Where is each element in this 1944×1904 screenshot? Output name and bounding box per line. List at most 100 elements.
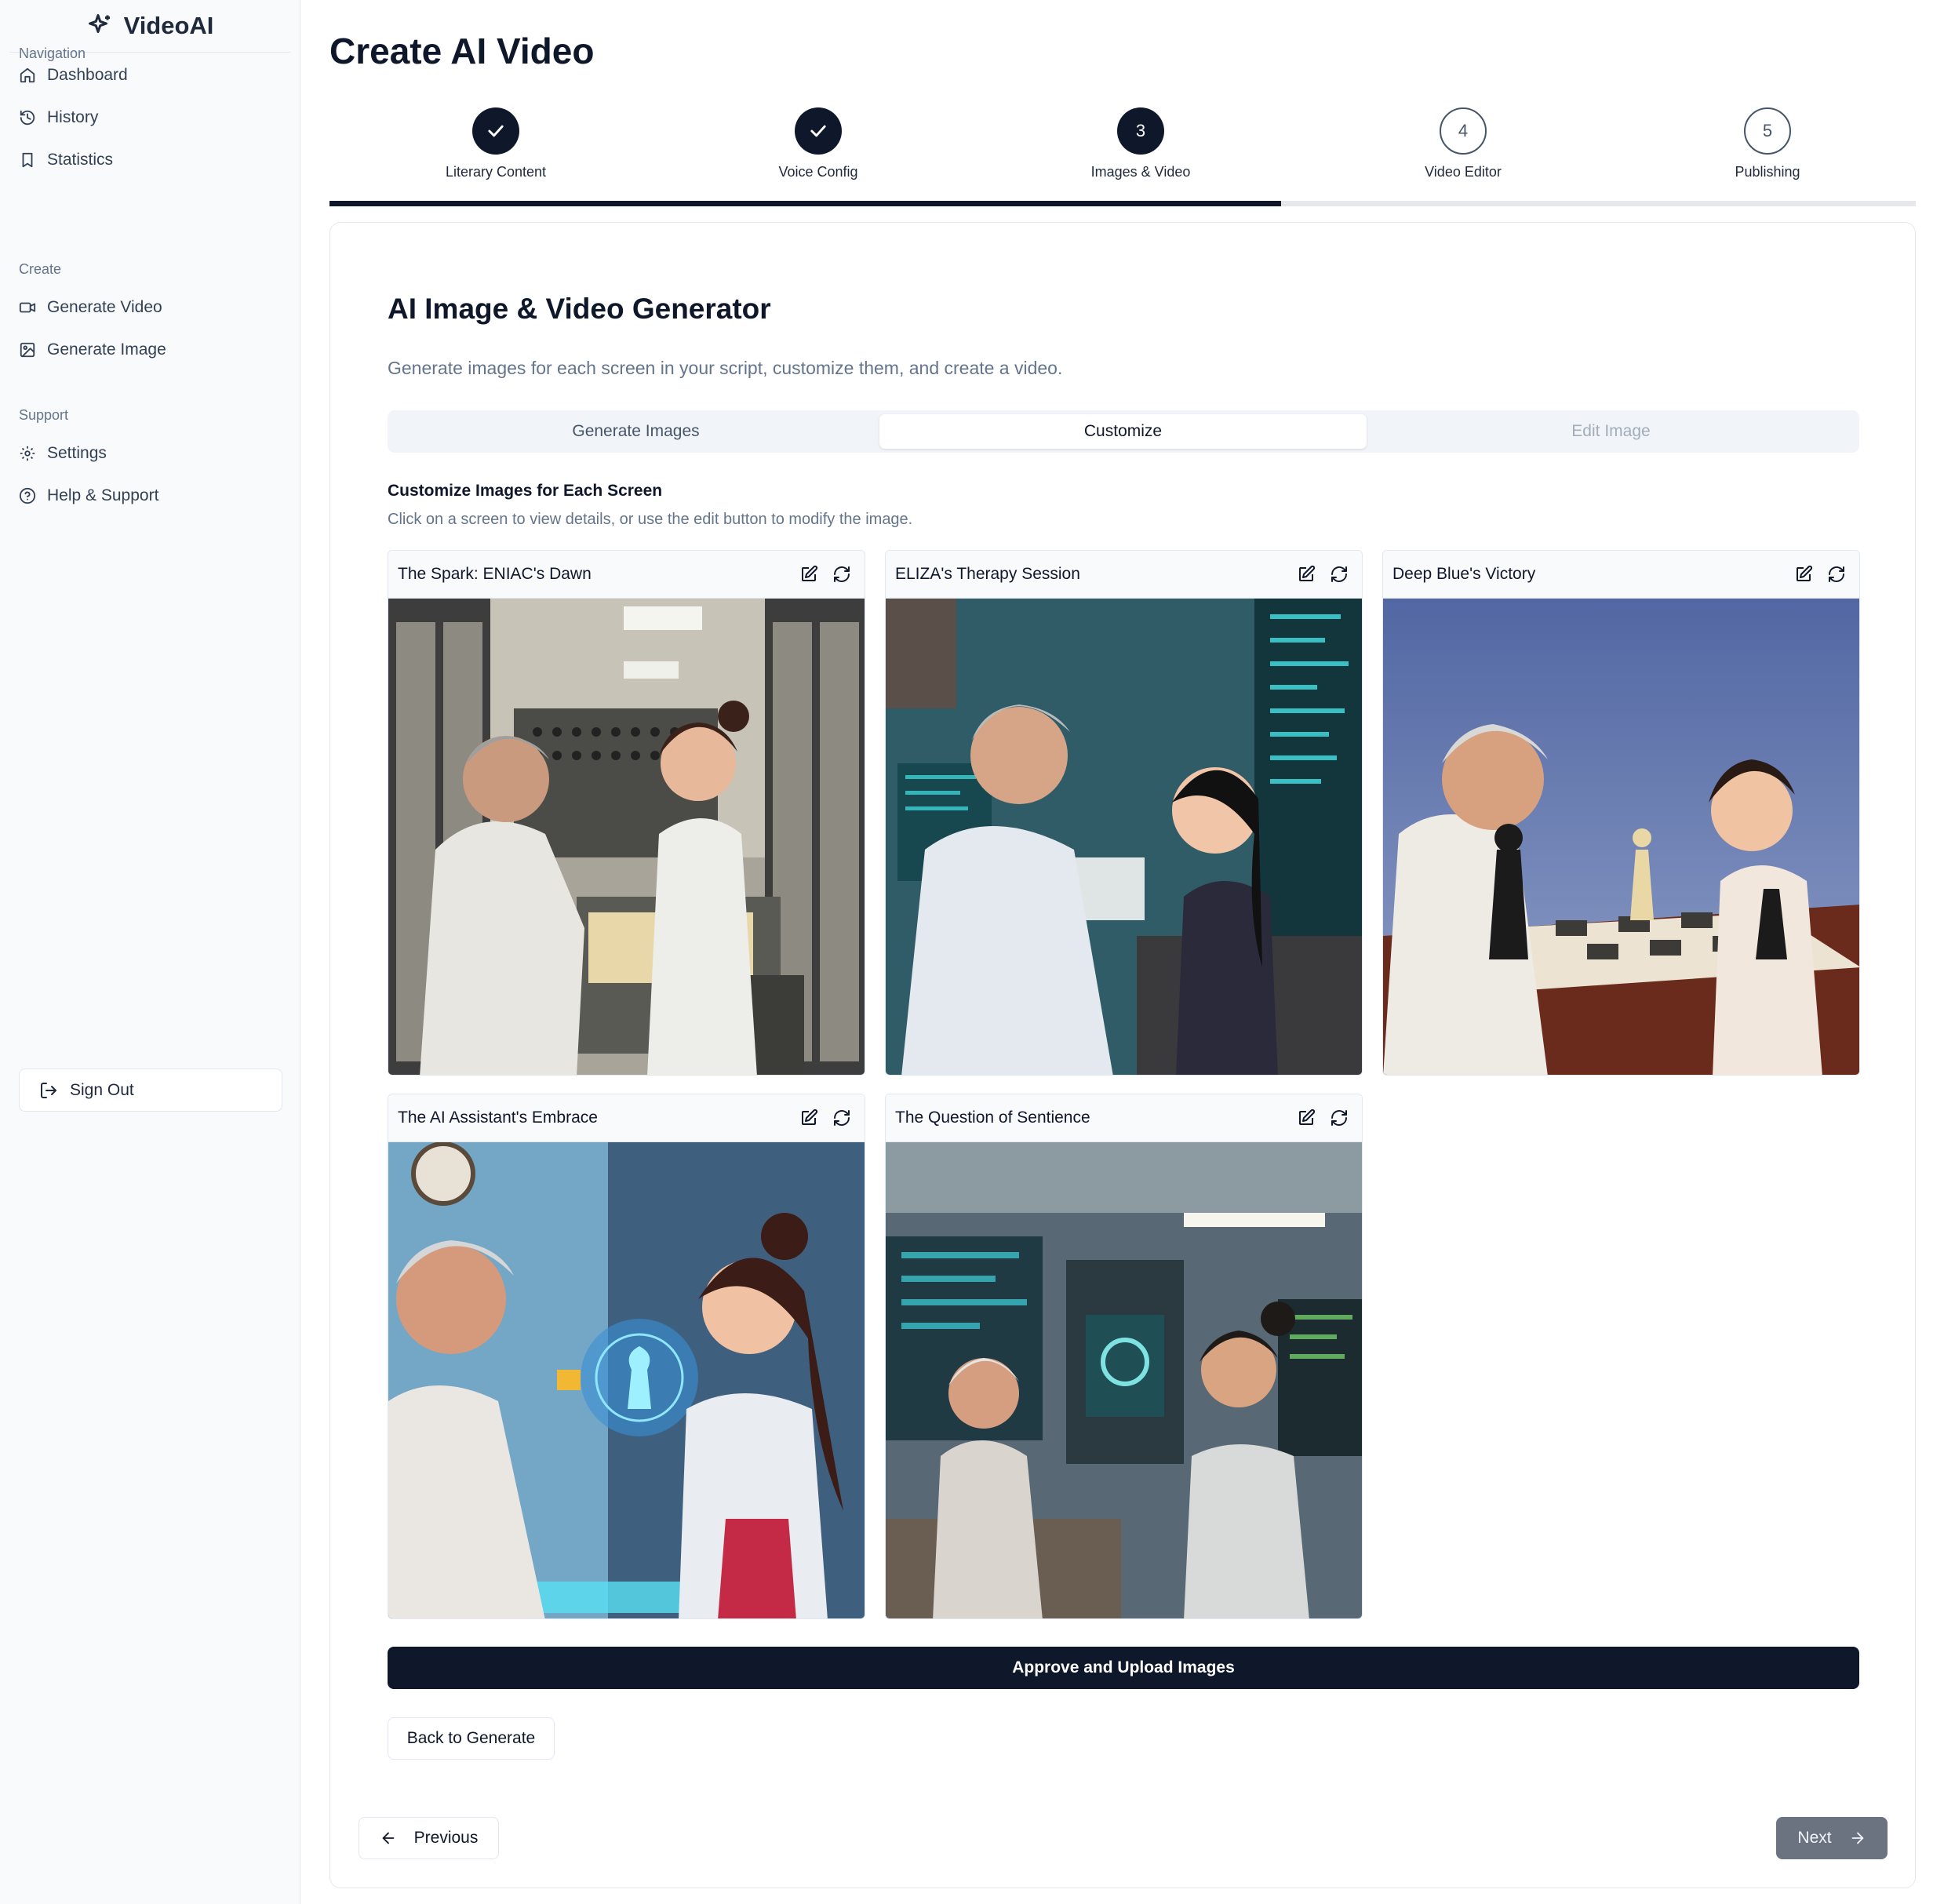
sidebar-item-label: Dashboard xyxy=(47,66,128,84)
screen-title: ELIZA's Therapy Session xyxy=(895,565,1080,583)
sign-out-icon xyxy=(41,1082,56,1098)
step-label: Video Editor xyxy=(1425,164,1502,180)
screen-card[interactable]: The Question of Sentience xyxy=(885,1094,1363,1619)
regenerate-button[interactable] xyxy=(1326,561,1352,588)
progress-track xyxy=(329,201,1916,206)
back-to-generate-button[interactable]: Back to Generate xyxy=(388,1717,555,1760)
screen-title: Deep Blue's Victory xyxy=(1392,565,1536,583)
refresh-icon xyxy=(834,566,850,582)
screen-card[interactable]: Deep Blue's Victory xyxy=(1382,550,1860,1076)
step-video-editor[interactable]: 4 Video Editor xyxy=(1369,107,1557,180)
step-number: 3 xyxy=(1117,107,1164,155)
generator-subtitle: Generate images for each screen in your … xyxy=(388,358,1063,378)
sidebar-item-generate-video[interactable]: Generate Video xyxy=(19,290,162,325)
screen-card-header: The AI Assistant's Embrace xyxy=(388,1094,865,1142)
tab-list: Generate Images Customize Edit Image xyxy=(388,410,1859,453)
check-icon xyxy=(810,125,826,137)
brand-name: VideoAI xyxy=(123,12,214,39)
screen-image[interactable] xyxy=(388,599,865,1076)
screen-title: The Question of Sentience xyxy=(895,1109,1090,1127)
refresh-icon xyxy=(1829,566,1844,582)
home-icon xyxy=(20,67,35,83)
screen-card[interactable]: The Spark: ENIAC's Dawn xyxy=(388,550,865,1076)
tab-generate-images[interactable]: Generate Images xyxy=(392,414,879,449)
group-label-support: Support xyxy=(19,407,69,423)
screen-card-header: The Spark: ENIAC's Dawn xyxy=(388,551,865,599)
sidebar-item-label: History xyxy=(47,108,99,126)
brand[interactable]: VideoAI xyxy=(9,0,290,53)
edit-button[interactable] xyxy=(1790,561,1817,588)
previous-label: Previous xyxy=(413,1829,479,1847)
sidebar-item-generate-image[interactable]: Generate Image xyxy=(19,333,166,367)
page-title: Create AI Video xyxy=(329,31,595,71)
image-icon xyxy=(20,342,35,358)
screen-title: The Spark: ENIAC's Dawn xyxy=(398,565,592,583)
step-number: 4 xyxy=(1440,107,1487,155)
step-label: Images & Video xyxy=(1090,164,1191,180)
step-circle xyxy=(472,107,519,155)
sidebar-item-statistics[interactable]: Statistics xyxy=(19,143,113,177)
sidebar-item-history[interactable]: History xyxy=(19,100,98,135)
sidebar-item-label: Statistics xyxy=(47,151,114,169)
sidebar-item-label: Generate Video xyxy=(47,298,162,316)
step-circle xyxy=(795,107,842,155)
step-images-video[interactable]: 3 Images & Video xyxy=(1047,107,1235,180)
screen-title: The AI Assistant's Embrace xyxy=(398,1109,598,1127)
tab-edit-image: Edit Image xyxy=(1571,422,1651,440)
previous-button[interactable]: Previous xyxy=(359,1817,499,1859)
check-icon xyxy=(488,125,504,137)
edit-icon xyxy=(1299,565,1316,581)
step-literary-content[interactable]: Literary Content xyxy=(402,107,590,180)
refresh-icon xyxy=(1331,1110,1347,1126)
sidebar-item-help-support[interactable]: Help & Support xyxy=(19,479,158,513)
sidebar-item-label: Settings xyxy=(47,444,107,462)
tab-customize[interactable]: Customize xyxy=(879,414,1367,449)
edit-button[interactable] xyxy=(1293,561,1320,588)
next-label: Next xyxy=(1797,1829,1832,1847)
edit-icon xyxy=(1299,1109,1316,1125)
generator-title: AI Image & Video Generator xyxy=(388,293,771,325)
refresh-icon xyxy=(1331,566,1347,582)
video-icon xyxy=(19,302,36,313)
step-label: Voice Config xyxy=(778,164,858,180)
screen-image[interactable] xyxy=(388,1142,865,1619)
next-button[interactable]: Next xyxy=(1776,1817,1888,1859)
sparkles-icon xyxy=(88,14,110,33)
regenerate-button[interactable] xyxy=(1823,561,1850,588)
arrow-left-icon xyxy=(382,1832,394,1844)
edit-icon xyxy=(1797,565,1813,581)
sidebar-item-label: Generate Image xyxy=(47,340,166,359)
screen-card-header: Deep Blue's Victory xyxy=(1383,551,1859,599)
edit-button[interactable] xyxy=(795,1105,822,1131)
sign-out-label: Sign Out xyxy=(70,1080,134,1099)
screen-card-header: ELIZA's Therapy Session xyxy=(886,551,1362,599)
edit-icon xyxy=(802,565,818,581)
approve-upload-button[interactable]: Approve and Upload Images xyxy=(388,1647,1859,1689)
edit-button[interactable] xyxy=(1293,1105,1320,1131)
screen-image[interactable] xyxy=(886,1142,1363,1619)
group-label-create: Create xyxy=(19,261,62,277)
sidebar-item-dashboard[interactable]: Dashboard xyxy=(19,58,128,93)
bookmark-icon xyxy=(22,152,33,168)
help-circle-icon xyxy=(19,487,36,504)
sidebar-item-label: Help & Support xyxy=(47,486,159,504)
edit-button[interactable] xyxy=(795,561,822,588)
regenerate-button[interactable] xyxy=(1326,1105,1352,1131)
regenerate-button[interactable] xyxy=(828,561,855,588)
sidebar-item-settings[interactable]: Settings xyxy=(19,436,107,471)
screen-image[interactable] xyxy=(1383,599,1860,1076)
edit-icon xyxy=(802,1109,818,1125)
refresh-icon xyxy=(834,1110,850,1126)
step-voice-config[interactable]: Voice Config xyxy=(724,107,912,180)
sign-out-button[interactable]: Sign Out xyxy=(19,1068,282,1112)
arrow-right-icon xyxy=(1851,1832,1863,1844)
stepper: Literary Content Voice Config 3 Images &… xyxy=(329,102,1916,208)
regenerate-button[interactable] xyxy=(828,1105,855,1131)
screen-image[interactable] xyxy=(886,599,1363,1076)
step-number: 5 xyxy=(1744,107,1791,155)
step-label: Publishing xyxy=(1735,164,1800,180)
screen-card[interactable]: The AI Assistant's Embrace xyxy=(388,1094,865,1619)
step-publishing[interactable]: 5 Publishing xyxy=(1673,107,1862,180)
sidebar: VideoAI Navigation Dashboard History Sta… xyxy=(0,0,300,1904)
screen-card[interactable]: ELIZA's Therapy Session xyxy=(885,550,1363,1076)
